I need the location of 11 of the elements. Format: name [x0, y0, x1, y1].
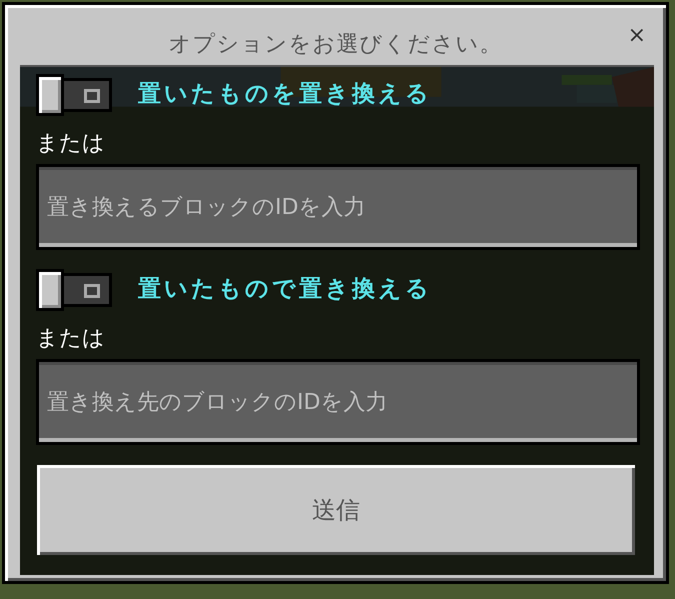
- window-title: オプションをお選びください。: [168, 31, 502, 59]
- toggle-switch[interactable]: [36, 74, 112, 114]
- close-button[interactable]: ×: [626, 25, 648, 47]
- toggle-switch[interactable]: [36, 269, 112, 309]
- field-label: または: [36, 325, 106, 353]
- field-label: または: [36, 130, 106, 158]
- input-field[interactable]: 置き換えるブロックのIDを入力: [36, 164, 640, 250]
- input-field[interactable]: 置き換え先のブロックのIDを入力: [36, 359, 640, 445]
- toggle-label: 置いたものを置き換える: [138, 80, 432, 109]
- toggle-label: 置いたもので置き換える: [138, 274, 432, 304]
- submit-button[interactable]: 送信: [37, 465, 635, 555]
